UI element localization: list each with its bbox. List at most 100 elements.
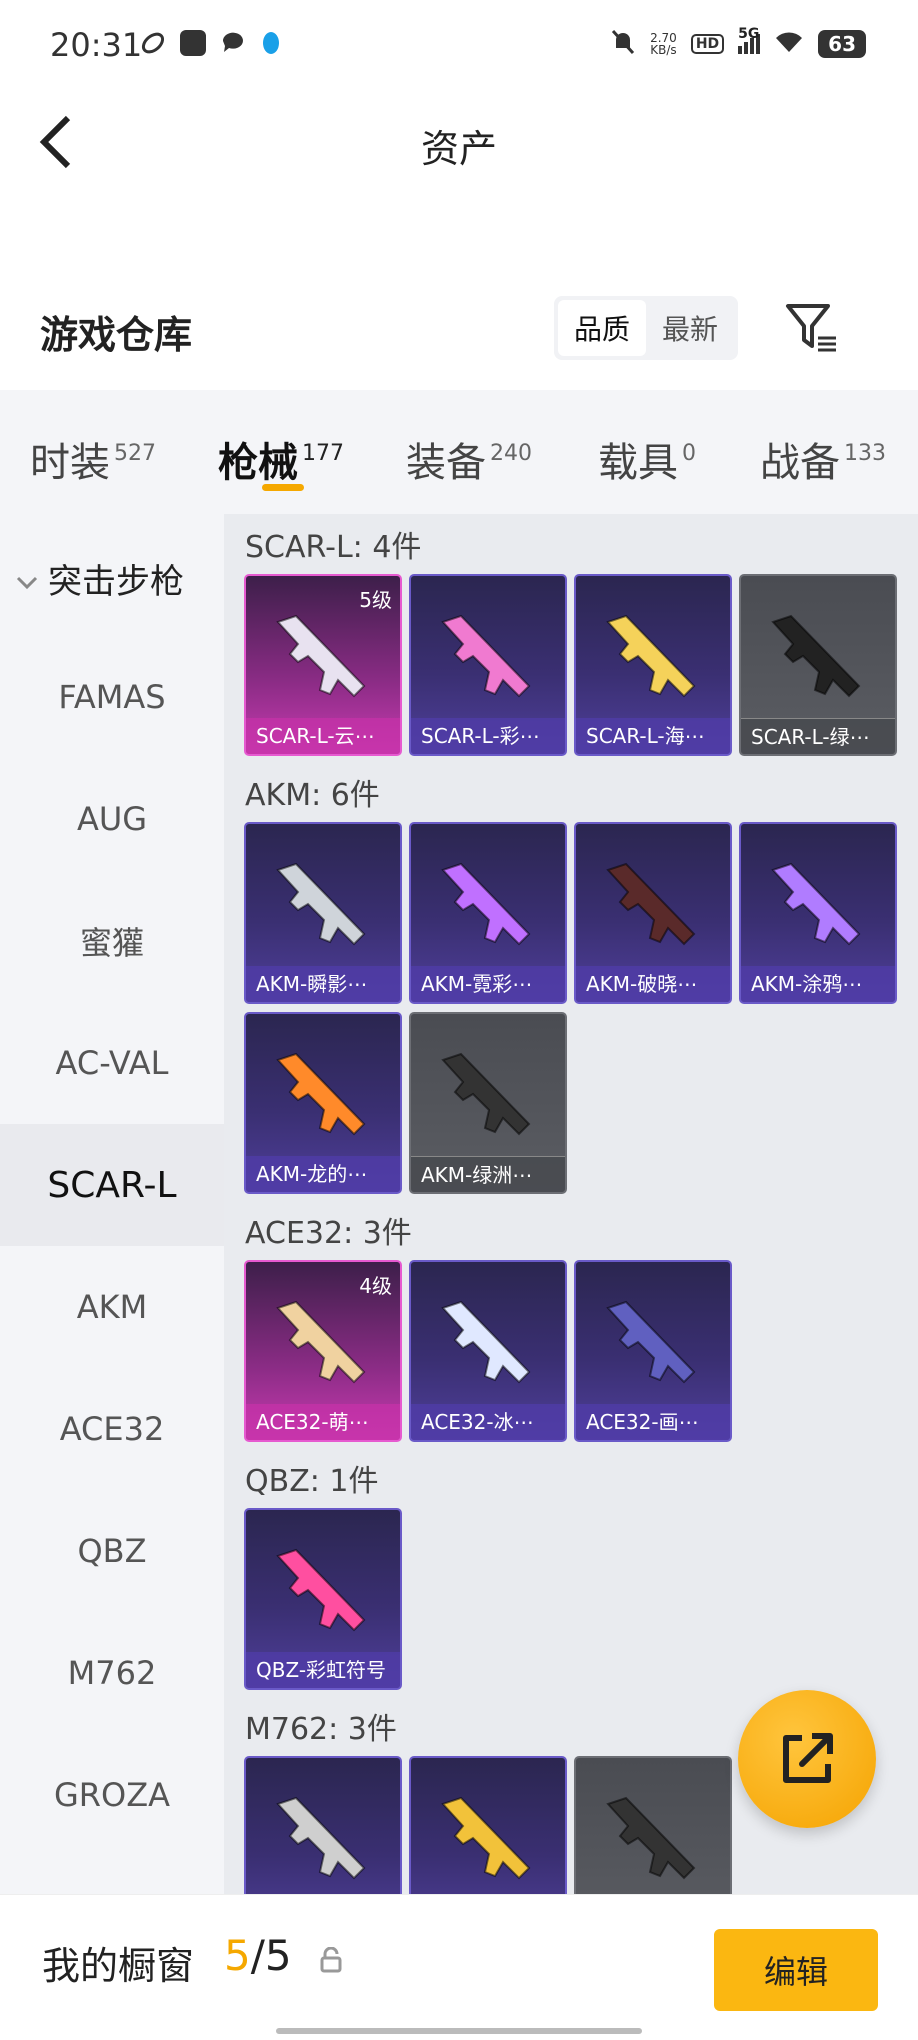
tab-vehicles[interactable]: 载具 0 (598, 430, 696, 488)
rifle-skin-icon (433, 1036, 545, 1148)
card-label: SCAR-L-彩⋯ (411, 718, 565, 754)
rifle-skin-icon (268, 1780, 380, 1892)
card-label: AKM-瞬影⋯ (246, 966, 400, 1002)
tab-fashion[interactable]: 时装 527 (30, 430, 156, 488)
wifi-icon (774, 30, 804, 58)
sidebar-item-ace32[interactable]: ACE32 (0, 1368, 224, 1490)
weapon-card[interactable]: ACE32-画⋯ (574, 1260, 732, 1442)
weapon-card[interactable] (409, 1756, 567, 1894)
sidebar-item-ac-val[interactable]: AC-VAL (0, 1002, 224, 1124)
weapon-card[interactable]: SCAR-L-海⋯ (574, 574, 732, 756)
card-label: QBZ-彩虹符号 (246, 1652, 400, 1688)
tab-equipment[interactable]: 装备 240 (406, 430, 532, 488)
tab-label: 战备 (760, 440, 840, 486)
weapon-card[interactable]: AKM-破晓⋯ (574, 822, 732, 1004)
weapon-card[interactable]: ACE32-冰⋯ (409, 1260, 567, 1442)
sidebar-group-assault-rifles[interactable]: 突击步枪 (16, 554, 184, 603)
group-title: SCAR-L: 4件 (245, 530, 422, 565)
card-label: AKM-霓彩⋯ (411, 966, 565, 1002)
sort-quality[interactable]: 品质 (558, 300, 646, 356)
battery-icon: 63 (818, 30, 866, 58)
rifle-skin-icon (268, 1532, 380, 1644)
sidebar-item-m762[interactable]: M762 (0, 1612, 224, 1734)
tab-count: 240 (490, 441, 532, 466)
card-level: 5级 (359, 588, 392, 612)
sort-newest[interactable]: 最新 (646, 300, 734, 356)
weapon-card[interactable] (244, 1756, 402, 1894)
rifle-skin-icon (433, 1284, 545, 1396)
weapon-grid: SCAR-L: 4件 5级 SCAR-L-云⋯ SCAR-L-彩⋯ SCAR-L-海⋯ S… (224, 514, 918, 1894)
lock-icon (320, 1946, 342, 1973)
weapon-card[interactable]: QBZ-彩虹符号 (244, 1508, 402, 1690)
share-button[interactable] (738, 1690, 876, 1828)
tab-firearms[interactable]: 枪械 177 (218, 430, 344, 488)
showcase-current: 5 (224, 1931, 251, 1980)
rifle-skin-icon (598, 846, 710, 958)
sidebar-item-scar-l[interactable]: SCAR-L (0, 1124, 224, 1246)
tab-count: 527 (114, 441, 156, 466)
message-box-icon (180, 30, 206, 56)
weapon-card[interactable]: AKM-涂鸦⋯ (739, 822, 897, 1004)
tab-supplies[interactable]: 战备 133 (760, 430, 886, 488)
status-time: 20:31 (50, 26, 143, 64)
rifle-skin-icon (433, 846, 545, 958)
group-title: ACE32: 3件 (245, 1216, 412, 1251)
weapon-card[interactable]: AKM-霓彩⋯ (409, 822, 567, 1004)
net-speed: 2.70 KB/s (650, 32, 677, 56)
tab-label: 载具 (598, 440, 678, 486)
rifle-skin-icon (598, 598, 710, 710)
weapon-sidebar: 突击步枪 FAMAS AUG 蜜獾 AC-VAL SCAR-L AKM ACE3… (0, 514, 224, 1894)
card-label: AKM-破晓⋯ (576, 966, 730, 1002)
rifle-skin-icon (268, 1036, 380, 1148)
weapon-card[interactable]: AKM-瞬影⋯ (244, 822, 402, 1004)
sidebar-item-groza[interactable]: GROZA (0, 1734, 224, 1856)
feather-icon (140, 30, 166, 56)
rifle-skin-icon (433, 598, 545, 710)
active-tab-indicator (262, 484, 304, 491)
weapon-card[interactable]: SCAR-L-绿⋯ (739, 574, 897, 756)
qq-penguin-icon (258, 30, 284, 56)
status-bar: 20:31 2.70 KB/s HD 5G 63 (0, 0, 918, 92)
sidebar-item-qbz[interactable]: QBZ (0, 1490, 224, 1612)
rifle-skin-icon (268, 598, 380, 710)
card-label: AKM-绿洲⋯ (411, 1156, 565, 1192)
weapon-card[interactable]: SCAR-L-彩⋯ (409, 574, 567, 756)
sidebar-item-aug[interactable]: AUG (0, 758, 224, 880)
card-label: SCAR-L-绿⋯ (741, 718, 895, 754)
card-label: ACE32-萌⋯ (246, 1404, 400, 1440)
tab-count: 133 (844, 441, 886, 466)
weapon-card[interactable]: AKM-绿洲⋯ (409, 1012, 567, 1194)
card-label: ACE32-画⋯ (576, 1404, 730, 1440)
tab-count: 0 (682, 441, 696, 466)
net-speed-unit: KB/s (650, 43, 677, 57)
status-right: 2.70 KB/s HD 5G 63 (610, 26, 866, 60)
bottom-bar: 我的橱窗 5/5 编辑 (0, 1894, 918, 2040)
sidebar-item-famas[interactable]: FAMAS (0, 636, 224, 758)
weapon-card[interactable]: 5级 SCAR-L-云⋯ (244, 574, 402, 756)
weapon-card[interactable] (574, 1756, 732, 1894)
showcase-total: 5 (264, 1931, 292, 1980)
tab-count: 177 (302, 441, 344, 466)
warehouse-title: 游戏仓库 (40, 313, 193, 357)
signal-icon: 5G (738, 26, 761, 54)
edit-button[interactable]: 编辑 (714, 1929, 878, 2011)
home-indicator (276, 2028, 642, 2034)
group-title: QBZ: 1件 (245, 1464, 379, 1499)
sidebar-item-akm[interactable]: AKM (0, 1246, 224, 1368)
rifle-skin-icon (763, 846, 875, 958)
sidebar-item-honey-badger[interactable]: 蜜獾 (0, 880, 224, 1002)
card-label: AKM-龙的⋯ (246, 1156, 400, 1192)
page-title: 资产 (420, 127, 497, 171)
rifle-skin-icon (598, 1780, 710, 1892)
chevron-down-icon (16, 559, 38, 599)
rifle-skin-icon (433, 1780, 545, 1892)
card-level: 4级 (359, 1274, 392, 1298)
showcase-label: 我的橱窗 (42, 1944, 195, 1988)
weapon-card[interactable]: 4级 ACE32-萌⋯ (244, 1260, 402, 1442)
sidebar-group-label: 突击步枪 (48, 562, 184, 602)
filter-button[interactable] (784, 300, 840, 356)
weapon-card[interactable]: AKM-龙的⋯ (244, 1012, 402, 1194)
card-label: SCAR-L-云⋯ (246, 718, 400, 754)
network-type: 5G (738, 26, 760, 42)
rifle-skin-icon (763, 598, 875, 710)
